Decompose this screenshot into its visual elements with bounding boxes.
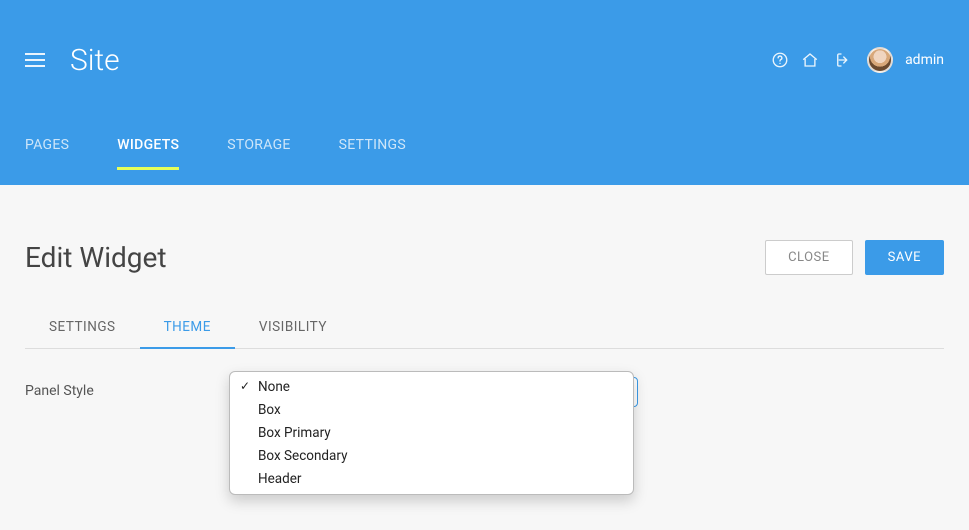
logout-icon[interactable] <box>831 51 849 69</box>
panel-style-dropdown: None Box Box Primary Box Secondary Heade… <box>229 371 634 495</box>
help-icon[interactable] <box>771 51 789 69</box>
app-header: Site admi <box>0 0 969 185</box>
option-header[interactable]: Header <box>230 468 633 491</box>
option-box[interactable]: Box <box>230 399 633 422</box>
menu-icon[interactable] <box>25 53 45 67</box>
primary-tabs: PAGES WIDGETS STORAGE SETTINGS <box>0 120 969 170</box>
site-title: Site <box>70 43 120 78</box>
action-buttons: CLOSE SAVE <box>765 240 944 275</box>
username: admin <box>905 52 944 68</box>
panel-style-row: Panel Style None None Box Box Primary Bo… <box>25 377 944 407</box>
tab-widgets[interactable]: WIDGETS <box>117 123 179 170</box>
sub-tab-settings[interactable]: SETTINGS <box>25 307 140 349</box>
close-button[interactable]: CLOSE <box>765 240 853 275</box>
save-button[interactable]: SAVE <box>865 240 944 275</box>
content-area: Edit Widget CLOSE SAVE SETTINGS THEME VI… <box>0 185 969 432</box>
tab-settings[interactable]: SETTINGS <box>339 123 406 170</box>
tab-storage[interactable]: STORAGE <box>227 123 290 170</box>
panel-style-label: Panel Style <box>25 377 233 399</box>
page-head: Edit Widget CLOSE SAVE <box>25 240 944 275</box>
sub-tabs: SETTINGS THEME VISIBILITY <box>25 307 944 349</box>
option-none[interactable]: None <box>230 376 633 399</box>
panel-style-select-wrap: None None Box Box Primary Box Secondary … <box>233 377 638 407</box>
sub-tab-visibility[interactable]: VISIBILITY <box>235 307 351 349</box>
option-box-primary[interactable]: Box Primary <box>230 422 633 445</box>
sub-tab-theme[interactable]: THEME <box>140 307 235 349</box>
header-right: admin <box>771 47 944 73</box>
page-title: Edit Widget <box>25 241 167 274</box>
option-box-secondary[interactable]: Box Secondary <box>230 445 633 468</box>
tab-pages[interactable]: PAGES <box>25 123 69 170</box>
header-top: Site admi <box>0 0 969 120</box>
avatar[interactable] <box>867 47 893 73</box>
home-icon[interactable] <box>801 51 819 69</box>
